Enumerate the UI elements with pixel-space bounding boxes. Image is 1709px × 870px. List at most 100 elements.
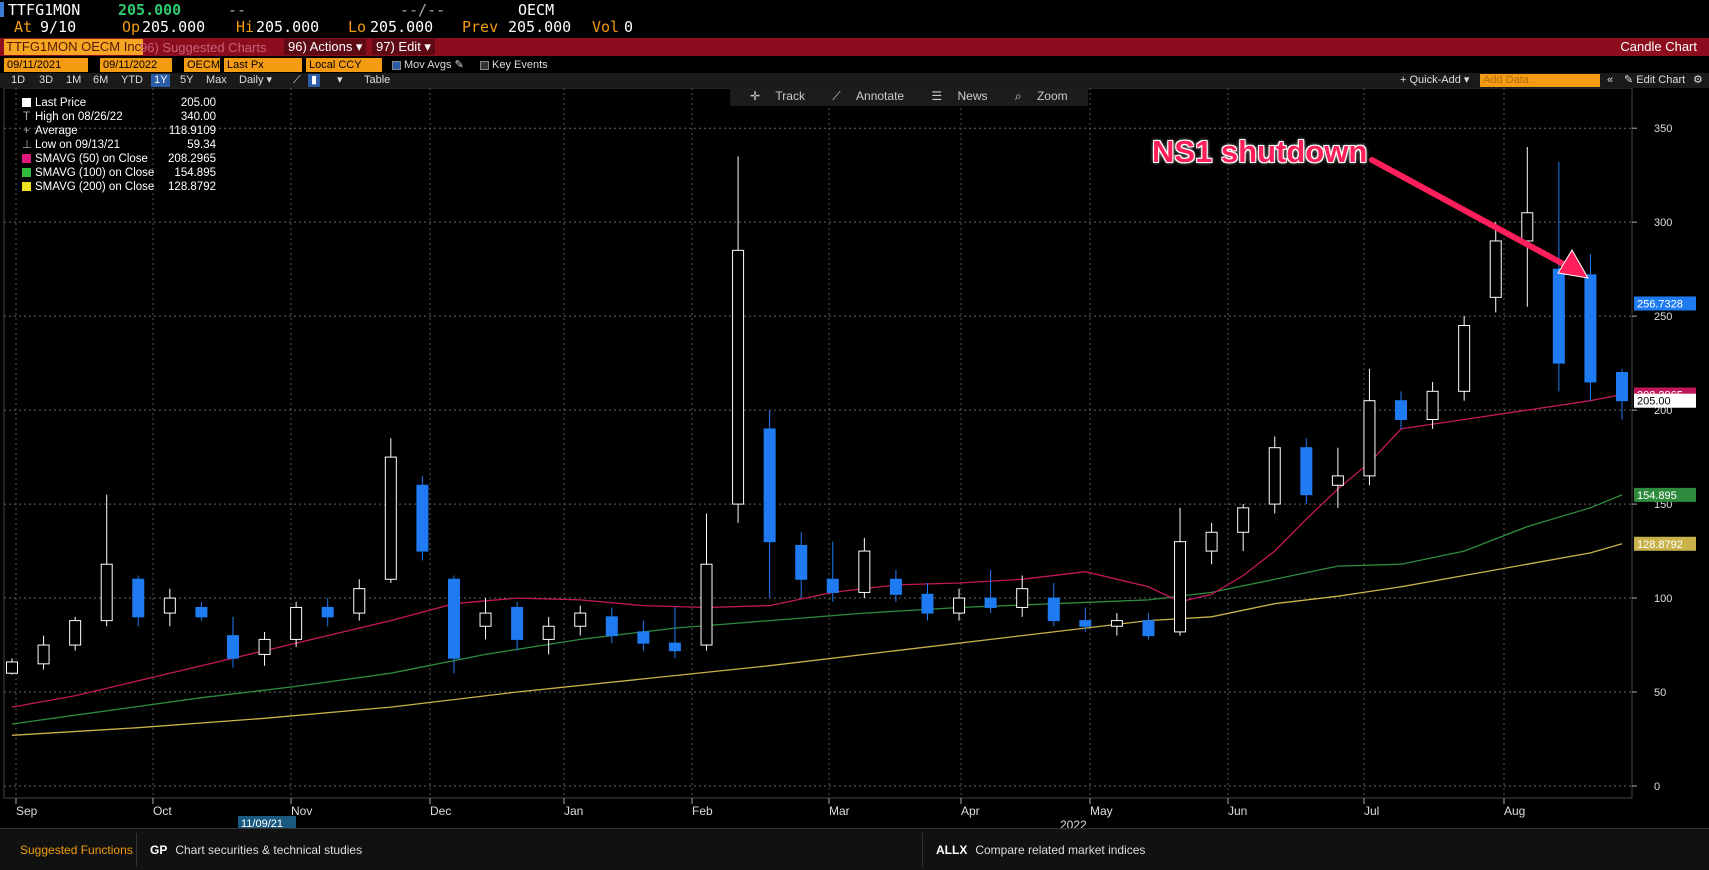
pct-change: --/--: [400, 1, 446, 19]
range-6m-button[interactable]: 6M: [90, 74, 111, 87]
range-5y-button[interactable]: 5Y: [177, 74, 196, 87]
collapse-icon[interactable]: «: [1607, 74, 1613, 87]
key-events-checkbox[interactable]: [480, 60, 489, 70]
pen-icon: ⟋: [832, 89, 845, 103]
price-chart[interactable]: 0 50 100 150 200 250 300 350 Sep Oct Nov Dec Jan Feb M…: [0, 88, 1709, 828]
candle-down: [447, 578, 460, 659]
range-1d-button[interactable]: 1D: [8, 74, 28, 87]
quote-header: TTFG1MON 205.000 -- --/-- OECM At 9/10 O…: [0, 0, 1709, 38]
gp-tag: GP: [150, 843, 168, 857]
x-tick-label: Feb: [692, 804, 713, 818]
candle-up: [258, 638, 271, 655]
candle-down: [668, 642, 681, 652]
security-field[interactable]: TTFG1MON OECM Inc: [4, 39, 144, 55]
edit-chart-button[interactable]: ✎ Edit Chart: [1624, 74, 1685, 87]
track-tool[interactable]: ✛ Track: [744, 89, 811, 103]
end-date-field[interactable]: 09/11/2022: [100, 58, 172, 72]
candle-up: [1205, 531, 1218, 552]
candle-up: [1237, 507, 1250, 533]
candle-chart-canvas[interactable]: 050100150200250300350Sep Oct Nov Dec Jan Feb M…: [0, 88, 1709, 828]
mov-avgs-toggle[interactable]: Mov Avgs ✎: [392, 58, 464, 72]
divider: [922, 833, 923, 867]
candle-up: [1331, 475, 1344, 486]
candle-up: [700, 563, 713, 646]
prev-label: Prev: [462, 18, 499, 36]
source-field[interactable]: OECM: [184, 58, 220, 72]
x-tick-label: Mar: [829, 804, 850, 818]
candle-up: [100, 563, 113, 622]
y-tick-label: 0: [1654, 781, 1660, 793]
chart-legend[interactable]: Last Price 205.00 T High on 08/26/22 340.00…: [10, 96, 216, 194]
period-selector[interactable]: Daily ▾: [236, 74, 275, 87]
candle-up: [1110, 620, 1123, 627]
legend-sma200[interactable]: SMAVG (200) on Close 128.8792: [10, 180, 216, 194]
start-date-field[interactable]: 09/11/2021: [4, 58, 88, 72]
candle-down: [795, 544, 808, 580]
candle-down: [321, 606, 334, 618]
legend-last-price[interactable]: Last Price 205.00: [10, 96, 216, 110]
open-value: 205.000: [142, 18, 206, 36]
legend-sma100[interactable]: SMAVG (100) on Close 154.895: [10, 166, 216, 180]
add-data-input[interactable]: Add Data: [1480, 74, 1600, 87]
annotate-tool[interactable]: ⟋ Annotate: [826, 89, 910, 103]
net-change: --: [228, 1, 247, 19]
average-marker-icon: +: [23, 125, 30, 137]
high-label: Hi: [236, 18, 255, 36]
candle-chart-icon[interactable]: ▮: [308, 74, 321, 87]
legend-average[interactable]: + Average 118.9109: [10, 124, 216, 138]
chart-options-icon[interactable]: ▾: [334, 74, 346, 87]
field-selector[interactable]: Last Px: [224, 58, 302, 72]
key-events-label: Key Events: [492, 59, 548, 71]
legend-high[interactable]: T High on 08/26/22 340.00: [10, 110, 216, 124]
suggested-functions-bar: Suggested Functions GP Chart securities &…: [0, 828, 1709, 870]
range-1m-button[interactable]: 1M: [63, 74, 84, 87]
low-label: Lo: [348, 18, 367, 36]
line-chart-icon[interactable]: ⟋: [290, 74, 304, 87]
y-tick-label: 50: [1654, 687, 1666, 699]
mov-avgs-checkbox[interactable]: [392, 60, 401, 70]
x-tick-label: Aug: [1504, 804, 1525, 818]
legend-low[interactable]: ⊥ Low on 09/13/21 59.34: [10, 138, 216, 152]
annotate-label: Annotate: [856, 89, 905, 103]
legend-label: Last Price: [35, 97, 87, 109]
legend-value: 128.8792: [168, 181, 216, 193]
price-tag-label: 256.7328: [1637, 298, 1683, 310]
last-price: 205.000: [118, 1, 182, 19]
gp-function-link[interactable]: GP Chart securities & technical studies: [150, 829, 362, 870]
allx-function-link[interactable]: ALLX Compare related market indices: [936, 829, 1145, 870]
range-ytd-button[interactable]: YTD: [118, 74, 146, 87]
quick-add-button[interactable]: + Quick-Add ▾: [1400, 74, 1469, 87]
magnifier-icon: ⌕: [1014, 89, 1025, 103]
candle-up: [1268, 447, 1281, 505]
suggested-charts-button[interactable]: 96) Suggested Charts: [140, 40, 266, 55]
range-3d-button[interactable]: 3D: [36, 74, 56, 87]
open-label: Op: [122, 18, 141, 36]
price-tag-label: 205.00: [1637, 396, 1671, 408]
key-events-toggle[interactable]: Key Events: [480, 58, 548, 72]
pencil-icon[interactable]: ✎: [455, 59, 464, 71]
suggested-functions-label: Suggested Functions: [20, 843, 133, 857]
candle-down: [1300, 447, 1313, 496]
year-label: 2022: [1060, 818, 1087, 828]
legend-value: 208.2965: [168, 153, 216, 165]
candle-up: [353, 588, 366, 614]
range-1y-button[interactable]: 1Y: [151, 74, 171, 87]
x-tick-label: Dec: [430, 804, 451, 818]
volume-label: Vol: [592, 18, 620, 36]
candle-up: [1489, 240, 1502, 298]
settings-gear-icon[interactable]: ⚙: [1693, 74, 1703, 87]
ticker-symbol[interactable]: TTFG1MON: [8, 1, 80, 19]
table-button[interactable]: Table: [361, 74, 393, 87]
edit-menu[interactable]: 97) Edit ▾: [372, 39, 435, 55]
zoom-label: Zoom: [1036, 89, 1068, 103]
currency-selector[interactable]: Local CCY: [306, 58, 382, 72]
legend-sma50[interactable]: SMAVG (50) on Close 208.2965: [10, 152, 216, 166]
range-max-button[interactable]: Max: [203, 74, 230, 87]
zoom-tool[interactable]: ⌕ Zoom: [1009, 89, 1074, 103]
crosshair-icon: ✛: [750, 89, 764, 103]
volume-value: 0: [624, 18, 634, 36]
actions-menu[interactable]: 96) Actions ▾: [284, 39, 367, 55]
chart-controls: 09/11/2021 09/11/2022 OECM Last Px Local…: [0, 57, 1709, 73]
y-tick-label: 350: [1654, 123, 1672, 135]
news-tool[interactable]: ☰ News: [925, 89, 993, 103]
